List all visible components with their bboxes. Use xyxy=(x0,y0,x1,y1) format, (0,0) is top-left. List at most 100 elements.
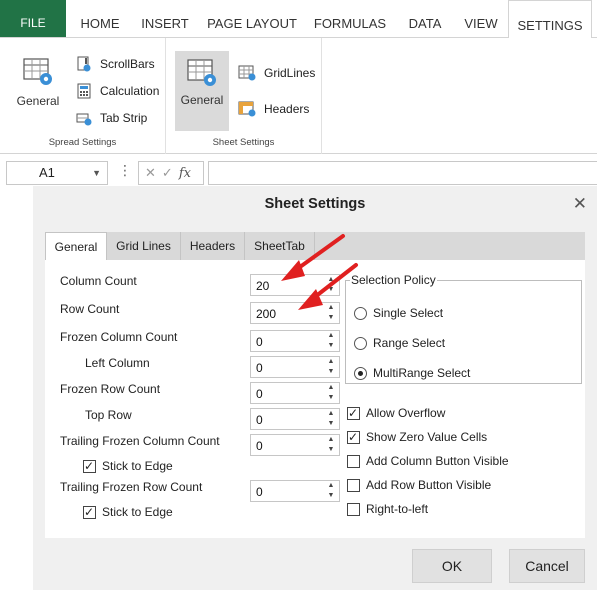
trailing-frozen-row-count-input[interactable]: 0 ▲ ▼ xyxy=(250,480,340,502)
cancel-button[interactable]: Cancel xyxy=(509,549,585,583)
left-column-stepper[interactable]: ▲ ▼ xyxy=(323,357,339,377)
row-count-stepper[interactable]: ▲ ▼ xyxy=(323,303,339,323)
trailing-frozen-row-count-value: 0 xyxy=(256,485,263,499)
show-zero-value-cells-checkbox[interactable]: ✓ Show Zero Value Cells xyxy=(347,430,487,444)
spread-general-label: General xyxy=(16,94,60,108)
left-column-value: 0 xyxy=(256,361,263,375)
down-arrow-icon[interactable]: ▼ xyxy=(323,313,339,323)
sheet-general-button[interactable]: General xyxy=(175,51,229,131)
up-arrow-icon[interactable]: ▲ xyxy=(323,357,339,367)
column-count-label: Column Count xyxy=(60,274,137,288)
up-arrow-icon[interactable]: ▲ xyxy=(323,481,339,491)
top-row-stepper[interactable]: ▲ ▼ xyxy=(323,409,339,429)
radio-icon[interactable] xyxy=(354,336,367,350)
right-to-left-label: Right-to-left xyxy=(366,502,429,516)
frozen-column-count-stepper[interactable]: ▲ ▼ xyxy=(323,331,339,351)
tab-formulas[interactable]: FORMULAS xyxy=(307,0,393,38)
more-icon[interactable]: ⋮ xyxy=(118,162,132,179)
radio-single-select[interactable]: Single Select xyxy=(354,306,443,320)
up-arrow-icon[interactable]: ▲ xyxy=(323,435,339,445)
ok-button[interactable]: OK xyxy=(412,549,492,583)
up-arrow-icon[interactable]: ▲ xyxy=(323,383,339,393)
left-column-input[interactable]: 0 ▲ ▼ xyxy=(250,356,340,378)
down-arrow-icon[interactable]: ▼ xyxy=(323,367,339,377)
right-to-left-checkbox[interactable]: Right-to-left xyxy=(347,502,428,516)
check-icon: ✓ xyxy=(84,458,95,473)
tab-data[interactable]: DATA xyxy=(397,0,453,38)
tab-strip-label: Tab Strip xyxy=(100,111,148,125)
radio-multirange-select[interactable]: MultiRange Select xyxy=(354,366,470,380)
tab-insert[interactable]: INSERT xyxy=(134,0,196,38)
dialog-tab-general[interactable]: General xyxy=(45,232,107,261)
down-arrow-icon[interactable]: ▼ xyxy=(323,285,339,295)
general-settings-icon xyxy=(23,58,52,85)
top-row-label: Top Row xyxy=(85,408,132,422)
chevron-down-icon[interactable]: ▼ xyxy=(92,162,101,184)
spread-general-button[interactable]: General xyxy=(8,52,68,112)
stick-to-edge-column-checkbox[interactable]: ✓ Stick to Edge xyxy=(83,459,173,473)
radio-selected-icon[interactable] xyxy=(354,366,367,380)
formula-input[interactable] xyxy=(208,161,597,185)
dialog-title: Sheet Settings xyxy=(264,196,366,212)
column-count-input[interactable]: 20 ▲ ▼ xyxy=(250,274,340,296)
down-arrow-icon[interactable]: ▼ xyxy=(323,491,339,501)
checkbox-box[interactable] xyxy=(347,502,360,516)
tab-file[interactable]: FILE xyxy=(0,0,66,37)
spread-settings-group-label: Spread Settings xyxy=(48,137,117,148)
up-arrow-icon[interactable]: ▲ xyxy=(323,331,339,341)
tab-view[interactable]: VIEW xyxy=(457,0,505,38)
headers-icon xyxy=(238,101,256,117)
tab-strip-button[interactable]: Tab Strip xyxy=(76,107,147,129)
down-arrow-icon[interactable]: ▼ xyxy=(323,419,339,429)
check-icon: ✓ xyxy=(348,405,359,420)
sheet-general-label: General xyxy=(180,93,224,107)
frozen-column-count-input[interactable]: 0 ▲ ▼ xyxy=(250,330,340,352)
add-row-button-visible-checkbox[interactable]: Add Row Button Visible xyxy=(347,478,491,492)
cancel-icon[interactable]: ✕ xyxy=(145,165,156,181)
row-count-input[interactable]: 200 ▲ ▼ xyxy=(250,302,340,324)
checkbox-box[interactable] xyxy=(347,478,360,492)
top-row-input[interactable]: 0 ▲ ▼ xyxy=(250,408,340,430)
headers-button[interactable]: Headers xyxy=(238,98,309,120)
trailing-frozen-column-count-stepper[interactable]: ▲ ▼ xyxy=(323,435,339,455)
trailing-frozen-row-count-stepper[interactable]: ▲ ▼ xyxy=(323,481,339,501)
check-icon[interactable]: ✓ xyxy=(162,165,173,181)
dialog-tab-headers[interactable]: Headers xyxy=(181,232,245,260)
checkbox-box[interactable]: ✓ xyxy=(347,430,360,444)
name-box[interactable]: A1 ▼ xyxy=(6,161,108,185)
checkbox-box[interactable]: ✓ xyxy=(83,505,96,519)
tab-settings[interactable]: SETTINGS xyxy=(508,0,592,39)
gridlines-button[interactable]: GridLines xyxy=(238,62,315,84)
dialog-tab-sheettab[interactable]: SheetTab xyxy=(245,232,315,260)
radio-icon[interactable] xyxy=(354,306,367,320)
column-count-stepper[interactable]: ▲ ▼ xyxy=(323,275,339,295)
up-arrow-icon[interactable]: ▲ xyxy=(323,275,339,285)
stick-to-edge-label: Stick to Edge xyxy=(102,459,173,473)
stick-to-edge-row-checkbox[interactable]: ✓ Stick to Edge xyxy=(83,505,173,519)
trailing-frozen-row-count-label: Trailing Frozen Row Count xyxy=(60,480,203,494)
close-icon[interactable]: ✕ xyxy=(573,194,587,214)
add-column-button-visible-checkbox[interactable]: Add Column Button Visible xyxy=(347,454,509,468)
down-arrow-icon[interactable]: ▼ xyxy=(323,341,339,351)
trailing-frozen-column-count-input[interactable]: 0 ▲ ▼ xyxy=(250,434,340,456)
fx-icon[interactable]: fx xyxy=(179,166,191,181)
add-column-button-visible-label: Add Column Button Visible xyxy=(366,454,509,468)
spread-settings-group: General ScrollBars Calculation Tab Strip… xyxy=(0,38,166,154)
checkbox-box[interactable]: ✓ xyxy=(83,458,96,473)
checkbox-box[interactable] xyxy=(347,454,360,468)
scrollbars-button[interactable]: ScrollBars xyxy=(76,53,155,75)
frozen-row-count-input[interactable]: 0 ▲ ▼ xyxy=(250,382,340,404)
tab-home[interactable]: HOME xyxy=(71,0,129,38)
calculation-button[interactable]: Calculation xyxy=(76,80,159,102)
down-arrow-icon[interactable]: ▼ xyxy=(323,445,339,455)
gridlines-icon xyxy=(238,65,256,81)
tab-page-layout[interactable]: PAGE LAYOUT xyxy=(200,0,304,38)
allow-overflow-checkbox[interactable]: ✓ Allow Overflow xyxy=(347,406,445,420)
down-arrow-icon[interactable]: ▼ xyxy=(323,393,339,403)
up-arrow-icon[interactable]: ▲ xyxy=(323,303,339,313)
checkbox-box[interactable]: ✓ xyxy=(347,405,360,420)
radio-range-select[interactable]: Range Select xyxy=(354,336,445,350)
frozen-row-count-stepper[interactable]: ▲ ▼ xyxy=(323,383,339,403)
dialog-tab-grid-lines[interactable]: Grid Lines xyxy=(107,232,181,260)
up-arrow-icon[interactable]: ▲ xyxy=(323,409,339,419)
